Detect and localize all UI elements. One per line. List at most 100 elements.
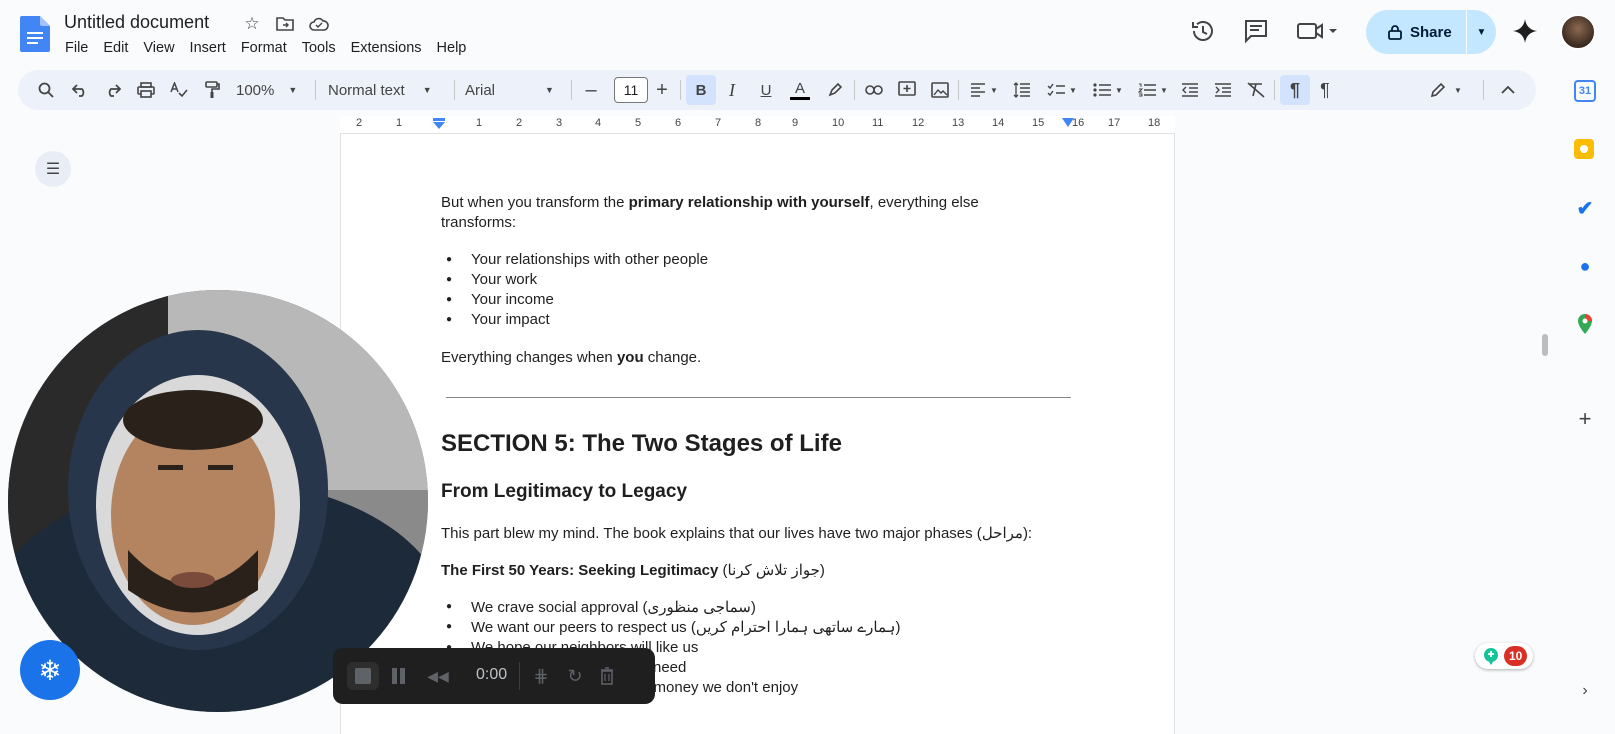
stop-icon[interactable]: [347, 662, 379, 690]
ruler-tick: 1: [476, 117, 483, 129]
bold-text-run: you: [616, 349, 644, 366]
menu-view[interactable]: View: [142, 38, 182, 58]
paint-format-icon[interactable]: [200, 78, 224, 102]
list-item: Your impact: [446, 311, 550, 328]
highlight-pen-icon[interactable]: [823, 78, 847, 102]
user-avatar[interactable]: [1560, 14, 1596, 50]
document-page[interactable]: But when you transform the primary relat…: [340, 134, 1175, 734]
zoom-value: 100%: [236, 81, 275, 99]
menu-help[interactable]: Help: [436, 38, 475, 58]
cloud-saved-icon[interactable]: [307, 12, 331, 36]
calendar-icon[interactable]: 31: [1574, 80, 1596, 102]
toolbar-divider: [1483, 80, 1484, 100]
paragraph: This part blew my mind. The book explain…: [441, 525, 1033, 542]
decrease-indent-icon[interactable]: [1178, 78, 1202, 102]
grid-icon[interactable]: ⋕: [529, 662, 553, 690]
ruler-tick: 10: [832, 117, 845, 129]
extension-leaf-icon: [1483, 648, 1498, 665]
zoom-select[interactable]: 100% ▼: [236, 78, 308, 102]
trash-icon[interactable]: [595, 662, 619, 690]
share-dropdown-icon[interactable]: ▼: [1467, 27, 1496, 38]
checklist-select[interactable]: ▼: [1042, 78, 1082, 102]
rtl-direction-icon[interactable]: ¶: [1313, 78, 1337, 102]
chevron-down-icon: ▼: [1115, 85, 1123, 95]
pencil-icon: [1430, 82, 1446, 98]
underline-button[interactable]: U: [754, 78, 778, 102]
ruler-tick: 15: [1032, 117, 1045, 129]
numbered-list-select[interactable]: ▼: [1133, 78, 1173, 102]
meet-video-icon[interactable]: [1296, 18, 1340, 44]
bold-text-run: The First 50 Years: Seeking Legitimacy: [441, 562, 719, 579]
add-comment-icon[interactable]: [895, 78, 919, 102]
redo-icon[interactable]: [101, 78, 125, 102]
restart-icon[interactable]: ↻: [563, 662, 587, 690]
side-panel: [1560, 66, 1615, 720]
keep-notes-icon[interactable]: [1574, 139, 1594, 159]
rewind-icon[interactable]: ◀◀: [423, 662, 453, 690]
italic-button[interactable]: I: [720, 78, 744, 102]
add-addon-icon[interactable]: +: [1574, 406, 1596, 431]
share-main-button[interactable]: Share: [1366, 24, 1466, 41]
increase-font-size-icon[interactable]: +: [650, 78, 674, 102]
decrease-font-size-icon[interactable]: –: [579, 78, 603, 102]
move-folder-icon[interactable]: [273, 12, 297, 36]
search-menus-icon[interactable]: [34, 78, 58, 102]
ruler-tick: 6: [675, 117, 682, 129]
pause-icon[interactable]: [386, 662, 410, 690]
list-item-partial: g money we don't enjoy: [616, 679, 798, 696]
horizontal-ruler[interactable]: 2 1 1 2 3 4 5 6 7 8 9 10 11 12 13 14 15 …: [340, 116, 1175, 134]
editing-mode-select[interactable]: ▼: [1423, 78, 1469, 102]
print-icon[interactable]: [134, 78, 158, 102]
maps-icon[interactable]: [1574, 313, 1596, 335]
line-spacing-icon[interactable]: [1010, 78, 1034, 102]
document-outline-icon[interactable]: ☰: [35, 151, 71, 187]
toolbar-divider: [958, 80, 959, 100]
text-color-button[interactable]: A: [788, 78, 812, 102]
chevron-right-icon[interactable]: ›: [1574, 680, 1596, 702]
undo-icon[interactable]: [68, 78, 92, 102]
share-button[interactable]: Share ▼: [1366, 10, 1496, 54]
align-left-icon: [971, 83, 986, 97]
insert-link-icon[interactable]: [862, 78, 886, 102]
toolbar-divider: [571, 80, 572, 100]
menu-tools[interactable]: Tools: [301, 38, 344, 58]
toolbar-divider: [854, 80, 855, 100]
chevron-down-icon: ▼: [1454, 85, 1462, 95]
menu-extensions[interactable]: Extensions: [350, 38, 430, 58]
chevron-down-icon: ▼: [288, 85, 298, 95]
contacts-icon[interactable]: ●: [1574, 255, 1596, 277]
chevron-up-icon[interactable]: [1496, 78, 1520, 102]
menu-edit[interactable]: Edit: [102, 38, 136, 58]
font-size-input[interactable]: 11: [614, 77, 648, 103]
align-select[interactable]: ▼: [966, 78, 1002, 102]
star-icon[interactable]: ☆: [240, 12, 264, 36]
docs-logo-icon[interactable]: [20, 16, 50, 52]
paragraph-continuation: transforms:: [441, 214, 517, 231]
menu-file[interactable]: File: [64, 38, 96, 58]
list-item: We crave social approval (سماجی منظوری): [446, 598, 756, 616]
spellcheck-icon[interactable]: [167, 78, 191, 102]
bold-button[interactable]: B: [686, 75, 716, 105]
vertical-scrollbar[interactable]: [1542, 334, 1548, 356]
insert-image-icon[interactable]: [928, 78, 952, 102]
menu-format[interactable]: Format: [240, 38, 295, 58]
grammar-extension-badge[interactable]: 10: [1475, 643, 1533, 669]
ruler-tick: 5: [635, 117, 642, 129]
ruler-tick: 18: [1148, 117, 1161, 129]
paragraph-style-select[interactable]: Normal text ▼: [328, 78, 448, 102]
comments-icon[interactable]: [1243, 18, 1269, 44]
tasks-icon[interactable]: ✔: [1574, 197, 1596, 220]
ltr-direction-button[interactable]: ¶: [1280, 75, 1310, 105]
increase-indent-icon[interactable]: [1211, 78, 1235, 102]
gemini-sparkle-icon[interactable]: [1512, 18, 1538, 44]
clear-formatting-icon[interactable]: [1244, 78, 1268, 102]
version-history-icon[interactable]: [1190, 18, 1216, 44]
left-indent-marker-icon[interactable]: [432, 118, 446, 130]
ruler-tick: 16: [1072, 117, 1085, 129]
bulleted-list-select[interactable]: ▼: [1088, 78, 1128, 102]
font-family-select[interactable]: Arial ▼: [465, 78, 565, 102]
snowflake-icon[interactable]: ❄: [20, 640, 80, 700]
menu-insert[interactable]: Insert: [189, 38, 234, 58]
ruler-tick: 12: [912, 117, 925, 129]
document-title[interactable]: Untitled document: [64, 12, 209, 33]
